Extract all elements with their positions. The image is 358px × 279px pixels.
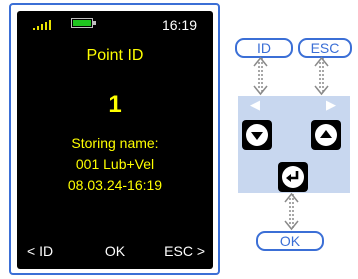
connector-arrows bbox=[253, 56, 329, 231]
